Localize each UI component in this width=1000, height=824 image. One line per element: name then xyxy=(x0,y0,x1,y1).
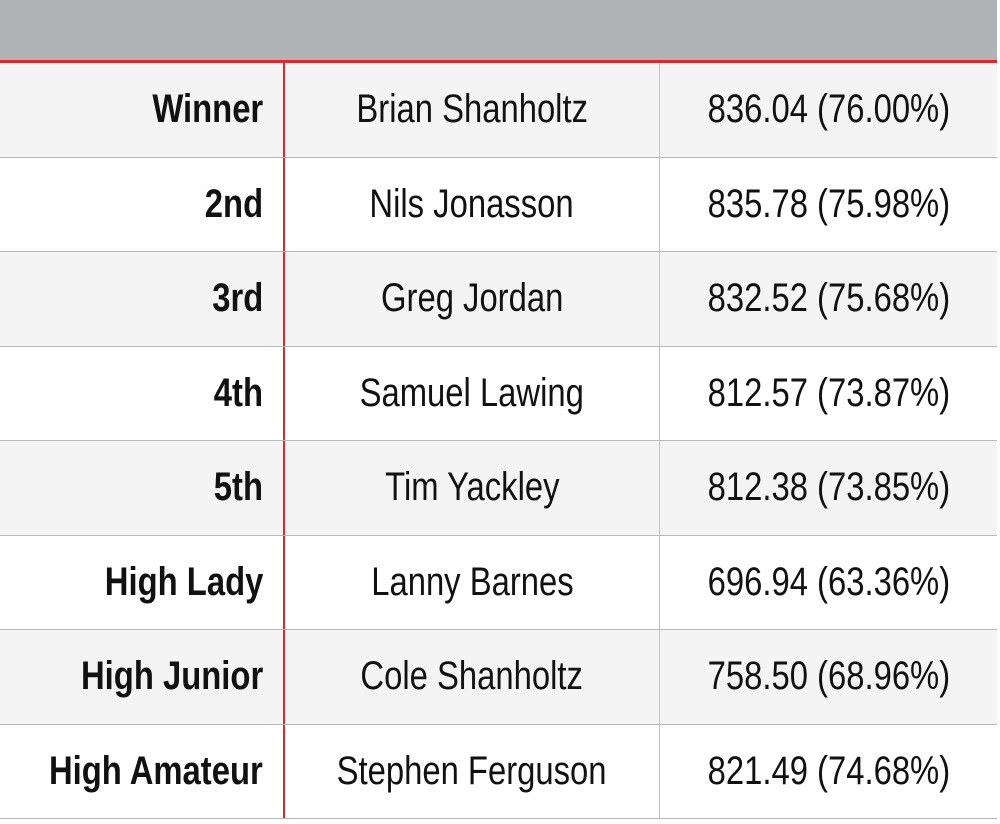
name-cell: Tim Yackley xyxy=(285,441,660,535)
name-cell-text: Cole Shanholtz xyxy=(360,654,584,699)
name-cell: Lanny Barnes xyxy=(285,535,660,629)
name-cell-text: Tim Yackley xyxy=(384,465,560,510)
name-cell: Cole Shanholtz xyxy=(285,630,660,724)
place-cell-text: 2nd xyxy=(204,181,263,226)
place-cell: High Lady xyxy=(0,535,285,629)
table-row: 4th Samuel Lawing 812.57 (73.87%) xyxy=(0,346,997,441)
name-cell-text: Greg Jordan xyxy=(380,276,564,321)
score-cell: 812.57 (73.87%) xyxy=(660,347,997,441)
place-cell: 3rd xyxy=(0,252,285,346)
place-cell-text: High Amateur xyxy=(49,748,263,793)
place-cell: 5th xyxy=(0,441,285,535)
table-row: High Junior Cole Shanholtz 758.50 (68.96%) xyxy=(0,630,997,725)
score-cell: 832.52 (75.68%) xyxy=(660,252,997,346)
name-cell: Greg Jordan xyxy=(285,252,660,346)
score-cell-text: 812.57 (73.87%) xyxy=(707,370,950,415)
place-cell: High Junior xyxy=(0,630,285,724)
place-cell: 4th xyxy=(0,346,285,440)
table-row: High Lady Lanny Barnes 696.94 (63.36%) xyxy=(0,535,997,630)
name-cell-text: Lanny Barnes xyxy=(370,559,574,604)
table-row: 5th Tim Yackley 812.38 (73.85%) xyxy=(0,441,997,536)
place-cell: High Amateur xyxy=(0,724,285,818)
place-cell-text: 5th xyxy=(213,465,263,510)
score-cell-text: 758.50 (68.96%) xyxy=(707,654,950,699)
place-cell: Winner xyxy=(0,63,285,157)
score-cell-text: 836.04 (76.00%) xyxy=(707,87,950,132)
table-row: 2nd Nils Jonasson 835.78 (75.98%) xyxy=(0,157,997,252)
score-cell: 758.50 (68.96%) xyxy=(660,630,997,724)
name-cell-text: Stephen Ferguson xyxy=(337,748,607,793)
name-cell-text: Nils Jonasson xyxy=(369,181,575,226)
place-cell-text: High Lady xyxy=(104,559,263,604)
place-cell-text: 3rd xyxy=(211,276,263,321)
table-row: High Amateur Stephen Ferguson 821.49 (74.6… xyxy=(0,724,997,819)
table-row: Winner Brian Shanholtz 836.04 (76.00%) xyxy=(0,63,997,158)
results-table: Winner Brian Shanholtz 836.04 (76.00%) 2nd N… xyxy=(0,63,997,819)
name-cell: Nils Jonasson xyxy=(285,157,660,251)
score-cell: 812.38 (73.85%) xyxy=(660,441,997,535)
name-cell-text: Samuel Lawing xyxy=(359,370,585,415)
table-header-bar xyxy=(0,0,997,60)
place-cell-text: 4th xyxy=(213,370,263,415)
score-cell-text: 835.78 (75.98%) xyxy=(707,181,950,226)
score-cell: 835.78 (75.98%) xyxy=(660,158,997,252)
score-cell-text: 696.94 (63.36%) xyxy=(707,559,950,604)
name-cell: Brian Shanholtz xyxy=(285,63,660,157)
score-cell-text: 832.52 (75.68%) xyxy=(707,276,950,321)
score-cell: 696.94 (63.36%) xyxy=(660,536,997,630)
place-cell: 2nd xyxy=(0,157,285,251)
name-cell: Samuel Lawing xyxy=(285,346,660,440)
name-cell: Stephen Ferguson xyxy=(285,724,660,818)
name-cell-text: Brian Shanholtz xyxy=(356,87,588,132)
score-cell-text: 812.38 (73.85%) xyxy=(707,465,950,510)
place-cell-text: Winner xyxy=(152,87,263,132)
score-cell: 836.04 (76.00%) xyxy=(660,63,997,157)
place-cell-text: High Junior xyxy=(80,654,263,699)
score-cell-text: 821.49 (74.68%) xyxy=(707,748,950,793)
score-cell: 821.49 (74.68%) xyxy=(660,725,997,819)
table-row: 3rd Greg Jordan 832.52 (75.68%) xyxy=(0,252,997,347)
